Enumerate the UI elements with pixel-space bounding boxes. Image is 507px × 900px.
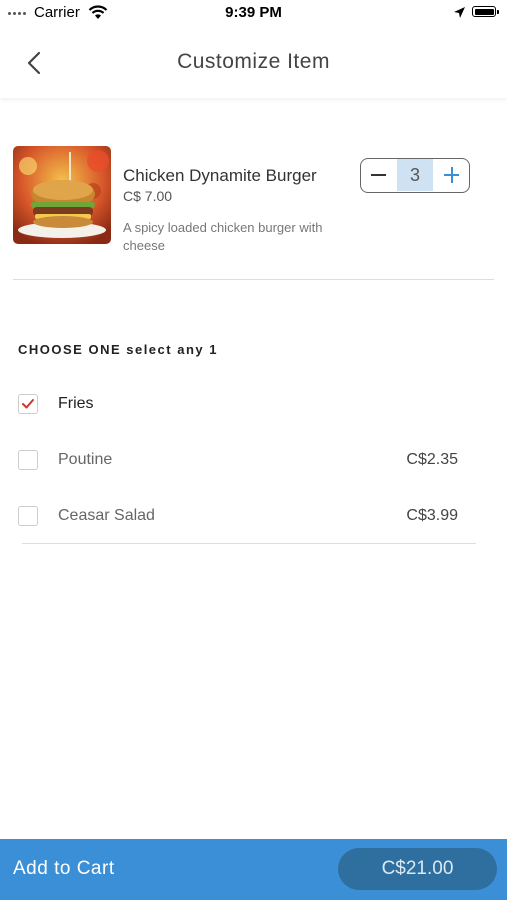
quantity-value: 3 [397,159,433,191]
location-arrow-icon [454,7,465,18]
clock: 9:39 PM [225,4,282,21]
divider [13,279,494,280]
option-fries[interactable]: Fries [18,394,458,416]
option-ceasar-salad[interactable]: Ceasar Salad C$3.99 [18,506,458,528]
burger-image [13,146,111,244]
option-price: C$2.35 [406,451,458,468]
checkmark-icon [22,399,34,409]
add-to-cart-button[interactable]: Add to Cart [13,858,115,880]
checkbox[interactable] [18,450,38,470]
item-name: Chicken Dynamite Burger [123,166,317,185]
option-label: Ceasar Salad [58,507,155,524]
option-price: C$3.99 [406,507,458,524]
item-price: C$ 7.00 [123,188,173,204]
option-poutine[interactable]: Poutine C$2.35 [18,450,458,472]
checkbox[interactable] [18,506,38,526]
nav-bar: Customize Item [0,26,507,98]
total-price-badge: C$21.00 [338,848,497,890]
options-section-title: CHOOSE ONE select any 1 [18,342,218,357]
checkbox-checked[interactable] [18,394,38,414]
increase-quantity-button[interactable] [433,159,469,191]
add-to-cart-bar[interactable]: Add to Cart C$21.00 [0,839,507,900]
option-label: Fries [58,395,94,412]
status-bar: Carrier 9:39 PM [0,0,507,26]
page-title: Customize Item [177,50,330,73]
quantity-stepper: 3 [360,158,470,193]
option-label: Poutine [58,451,113,468]
battery-icon [472,6,499,17]
divider [22,543,476,544]
decrease-quantity-button[interactable] [361,159,396,191]
item-description: A spicy loaded chicken burger with chees… [123,220,323,253]
